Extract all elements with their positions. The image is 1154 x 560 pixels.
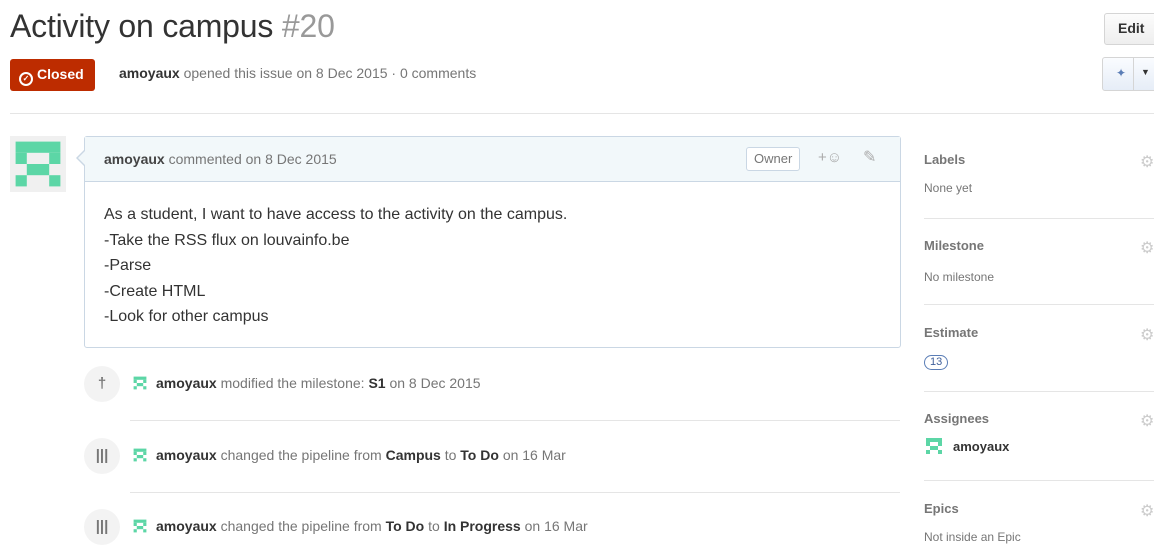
sidebar-divider	[924, 304, 1154, 305]
estimate-badge: 13	[924, 355, 949, 370]
pin-dropdown-button[interactable]: ✦ ▼	[1102, 57, 1154, 91]
milestone-heading[interactable]: Milestone	[924, 238, 1154, 253]
comment-meta: amoyaux commented on 8 Dec 2015	[104, 151, 337, 167]
status-badge: ✓ Closed	[10, 59, 95, 91]
pipeline-icon: |||	[84, 509, 120, 545]
avatar[interactable]	[132, 518, 148, 534]
sidebar-labels: Labels ⚙ None yet	[924, 152, 1154, 195]
sidebar-assignees: Assignees ⚙ amoyaux	[924, 411, 1154, 456]
avatar[interactable]	[132, 447, 148, 463]
event-date[interactable]: on 16 Mar	[525, 518, 588, 534]
pencil-icon[interactable]: ✎	[863, 147, 876, 167]
milestone-link[interactable]: S1	[368, 375, 385, 391]
add-reaction-icon[interactable]: +☺	[818, 149, 842, 166]
assignee-name[interactable]: amoyaux	[953, 439, 1009, 454]
header-divider	[10, 113, 1154, 114]
comment-date[interactable]: commented on 8 Dec 2015	[169, 151, 337, 167]
sidebar-divider	[924, 218, 1154, 219]
edit-button[interactable]: Edit	[1104, 13, 1154, 45]
issue-title: Activity on campus #20	[10, 8, 335, 45]
event-actor-link[interactable]: amoyaux	[156, 447, 217, 463]
labels-value: None yet	[924, 181, 973, 195]
issue-title-text: Activity on campus	[10, 8, 274, 44]
issue-closed-icon: ✓	[19, 72, 33, 86]
comment-line: As a student, I want to have access to t…	[104, 206, 568, 223]
milestone-value: No milestone	[924, 270, 995, 284]
chevron-down-icon[interactable]: ▼	[1141, 67, 1150, 77]
timeline-event: ||| amoyaux changed the pipeline from Ca…	[84, 438, 904, 474]
issue-meta: amoyaux opened this issue on 8 Dec 2015 …	[119, 65, 476, 81]
sidebar-epics: Epics ⚙ Not inside an Epic	[924, 501, 1154, 544]
sidebar-divider	[924, 391, 1154, 392]
event-text: modified the milestone:	[220, 375, 365, 391]
pipeline-to: In Progress	[443, 518, 521, 534]
pin-icon: ✦	[1116, 66, 1127, 80]
estimate-heading[interactable]: Estimate	[924, 325, 1154, 340]
gear-icon[interactable]: ⚙	[1140, 501, 1154, 521]
event-text: to	[444, 447, 457, 463]
comment-arrow-inner	[78, 151, 85, 165]
epics-value: Not inside an Epic	[924, 530, 1021, 544]
event-actor-link[interactable]: amoyaux	[156, 375, 217, 391]
event-text: changed the pipeline from	[220, 518, 382, 534]
timeline-text: amoyaux changed the pipeline from To Do …	[156, 518, 588, 534]
sidebar-milestone: Milestone ⚙ No milestone	[924, 238, 1154, 284]
event-text: to	[428, 518, 440, 534]
pipeline-icon: |||	[84, 438, 120, 474]
timeline-divider	[130, 492, 900, 493]
event-date[interactable]: on 16 Mar	[503, 447, 566, 463]
comment-line: -Parse	[104, 257, 152, 274]
epics-heading[interactable]: Epics	[924, 501, 1154, 516]
comment-line: -Take the RSS flux on louvainfo.be	[104, 231, 350, 249]
comment-body: As a student, I want to have access to t…	[85, 182, 900, 350]
gear-icon[interactable]: ⚙	[1140, 325, 1154, 345]
timeline-text: amoyaux changed the pipeline from Campus…	[156, 447, 566, 463]
comment-author-link[interactable]: amoyaux	[104, 151, 165, 167]
split-divider	[1133, 58, 1134, 90]
gear-icon[interactable]: ⚙	[1140, 152, 1154, 172]
event-text: changed the pipeline from	[220, 447, 382, 463]
issue-number: #20	[281, 8, 335, 44]
issue-meta-text: opened this issue on 8 Dec 2015 · 0 comm…	[183, 65, 477, 81]
avatar[interactable]	[10, 136, 66, 192]
comment-box: amoyaux commented on 8 Dec 2015 Owner +☺…	[84, 136, 901, 348]
comment-line: -Create HTML	[104, 282, 206, 300]
event-actor-link[interactable]: amoyaux	[156, 518, 217, 534]
timeline-event: † amoyaux modified the milestone: S1 on …	[84, 366, 904, 402]
comment-header: amoyaux commented on 8 Dec 2015 Owner +☺…	[85, 137, 900, 182]
avatar[interactable]	[132, 375, 148, 391]
assignee-item[interactable]: amoyaux	[924, 436, 1154, 456]
timeline-event: ||| amoyaux changed the pipeline from To…	[84, 509, 904, 545]
milestone-icon: †	[84, 366, 120, 402]
event-date[interactable]: on 8 Dec 2015	[389, 375, 480, 391]
timeline-text: amoyaux modified the milestone: S1 on 8 …	[156, 375, 481, 391]
gear-icon[interactable]: ⚙	[1140, 411, 1154, 431]
timeline-divider	[130, 420, 900, 421]
issue-author-link[interactable]: amoyaux	[119, 65, 180, 81]
owner-badge: Owner	[746, 147, 801, 171]
sidebar-estimate: Estimate ⚙ 13	[924, 325, 1154, 370]
pipeline-from: To Do	[385, 518, 425, 534]
pipeline-from: Campus	[385, 447, 441, 463]
gear-icon[interactable]: ⚙	[1140, 238, 1154, 258]
pipeline-to: To Do	[460, 447, 499, 463]
avatar[interactable]	[924, 436, 944, 456]
comment-line: -Look for other campus	[104, 308, 269, 325]
assignees-heading[interactable]: Assignees	[924, 411, 1154, 426]
status-label: Closed	[37, 66, 84, 82]
sidebar-divider	[924, 480, 1154, 481]
labels-heading[interactable]: Labels	[924, 152, 1154, 167]
